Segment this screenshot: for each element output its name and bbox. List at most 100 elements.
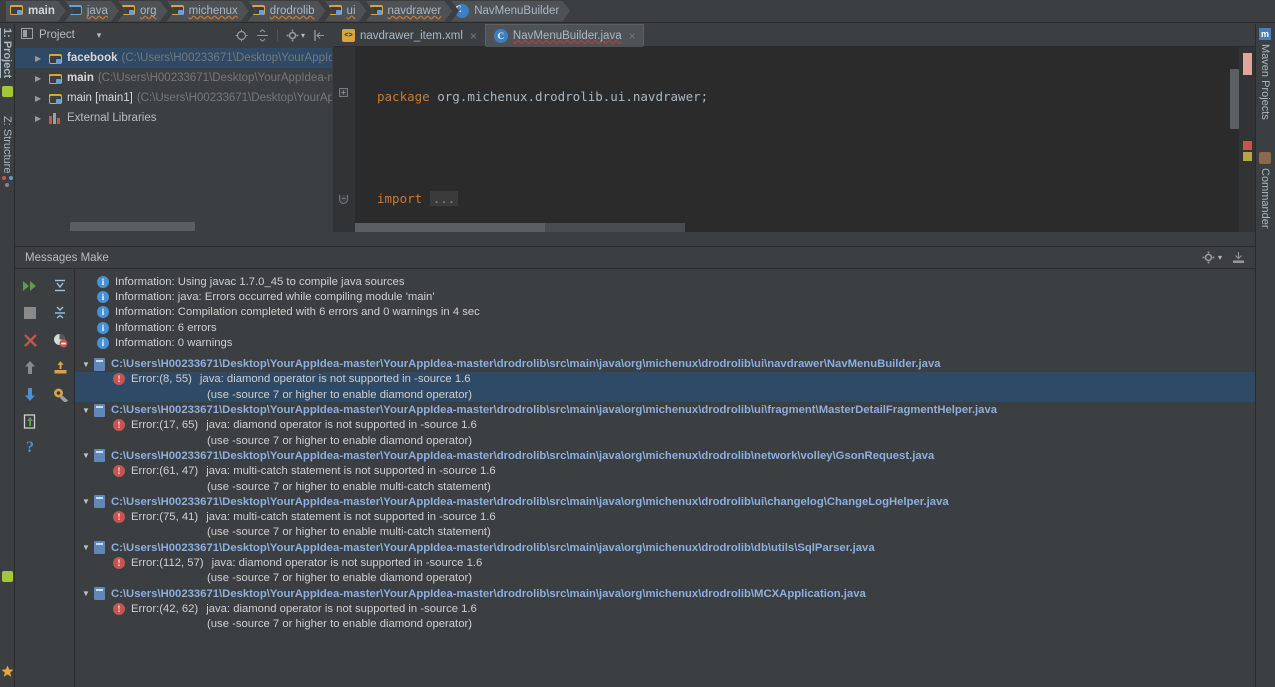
error-group-file-row[interactable]: ▼ C:\Users\H00233671\Desktop\YourAppIdea… — [75, 494, 1255, 509]
error-detail-row[interactable]: ! Error:(42, 62) java: diamond operator … — [75, 601, 1255, 616]
message-info-row[interactable]: i Information: Compilation completed wit… — [75, 305, 1255, 320]
chevron-down-icon[interactable]: ▾ — [97, 30, 102, 41]
error-hint-row[interactable]: (use -source 7 or higher to enable diamo… — [75, 571, 1255, 586]
collapse-arrow-icon[interactable]: ▼ — [82, 360, 94, 369]
error-hint-row[interactable]: (use -source 7 or higher to enable multi… — [75, 479, 1255, 494]
tree-item-external-libraries[interactable]: ▶ External Libraries — [15, 108, 332, 128]
collapse-arrow-icon[interactable]: ▼ — [82, 406, 94, 415]
close-icon[interactable]: × — [470, 29, 477, 43]
error-group-file-row[interactable]: ▼ C:\Users\H00233671\Desktop\YourAppIdea… — [75, 586, 1255, 601]
expand-arrow-icon[interactable]: ▶ — [35, 114, 49, 123]
settings-wrench-icon[interactable] — [51, 385, 69, 403]
chevron-down-icon[interactable]: ▾ — [1218, 253, 1222, 262]
tree-item-main1[interactable]: ▶ main [main1] (C:\Users\H00233671\Deskt… — [15, 88, 332, 108]
collapse-arrow-icon[interactable]: ▼ — [82, 497, 94, 506]
scrollbar-thumb[interactable] — [1230, 69, 1239, 129]
sidebar-item-structure[interactable]: Z: Structure — [1, 116, 13, 176]
scrollbar-thumb[interactable] — [355, 223, 545, 232]
error-marker[interactable] — [1243, 141, 1252, 150]
rerun-icon[interactable] — [21, 277, 39, 295]
expand-arrow-icon[interactable]: ▶ — [35, 94, 49, 103]
breadcrumb-label: navdrawer — [387, 5, 442, 17]
filter-errors-icon[interactable] — [51, 331, 69, 349]
sidebar-item-project[interactable]: 1: Project — [1, 28, 13, 81]
error-detail-row[interactable]: ! Error:(112, 57) java: diamond operator… — [75, 555, 1255, 570]
fold-collapse-icon[interactable]: − — [339, 195, 348, 204]
error-hint-row[interactable]: (use -source 7 or higher to enable diamo… — [75, 617, 1255, 632]
error-group-file-row[interactable]: ▼ C:\Users\H00233671\Desktop\YourAppIdea… — [75, 448, 1255, 463]
breadcrumb-item-main[interactable]: main — [6, 1, 66, 22]
file-path-label: C:\Users\H00233671\Desktop\YourAppIdea-m… — [111, 449, 935, 462]
breadcrumb-item-navdrawer[interactable]: navdrawer — [366, 1, 453, 22]
code-content[interactable]: package org.michenux.drodrolib.ui.navdra… — [355, 47, 1255, 614]
collapse-all-icon[interactable] — [51, 304, 69, 322]
message-info-row[interactable]: i Information: java: Errors occurred whi… — [75, 289, 1255, 304]
messages-list: i Information: Using javac 1.7.0_45 to c… — [75, 269, 1255, 687]
project-horizontal-scrollbar[interactable] — [70, 222, 195, 231]
export-icon[interactable] — [51, 358, 69, 376]
breadcrumb-item-navmenubuilder[interactable]: C NavMenuBuilder — [451, 1, 570, 22]
help-icon[interactable]: ? — [21, 439, 39, 457]
error-group-file-row[interactable]: ▼ C:\Users\H00233671\Desktop\YourAppIdea… — [75, 540, 1255, 555]
collapse-arrow-icon[interactable]: ▼ — [82, 543, 94, 552]
chevron-down-icon[interactable]: ▾ — [301, 31, 305, 40]
error-hint: (use -source 7 or higher to enable diamo… — [207, 388, 473, 401]
tab-navmenubuilder-java[interactable]: C NavMenuBuilder.java × — [484, 24, 644, 47]
settings-gear-icon[interactable] — [286, 29, 299, 42]
stop-icon[interactable] — [21, 304, 39, 322]
close-icon[interactable] — [21, 331, 39, 349]
tree-item-main[interactable]: ▶ main (C:\Users\H00233671\Desktop\YourA… — [15, 68, 332, 88]
message-info-row[interactable]: i Information: 0 warnings — [75, 335, 1255, 350]
collapse-arrow-icon[interactable]: ▼ — [82, 451, 94, 460]
settings-gear-icon[interactable] — [1202, 251, 1215, 264]
breadcrumb-item-ui[interactable]: ui — [325, 1, 367, 22]
close-icon[interactable]: × — [629, 29, 636, 43]
prev-error-icon[interactable] — [21, 358, 39, 376]
locate-icon[interactable] — [235, 29, 248, 42]
sidebar-item-commander[interactable]: Commander — [1259, 168, 1271, 232]
error-detail-row[interactable]: ! Error:(75, 41) java: multi-catch state… — [75, 509, 1255, 524]
java-file-icon — [94, 495, 105, 509]
collapse-all-icon[interactable] — [256, 28, 269, 42]
expand-arrow-icon[interactable]: ▶ — [35, 54, 49, 63]
next-error-icon[interactable] — [21, 385, 39, 403]
message-info-row[interactable]: i Information: 6 errors — [75, 320, 1255, 335]
message-info-row[interactable]: i Information: Using javac 1.7.0_45 to c… — [75, 274, 1255, 289]
error-marker[interactable] — [1243, 53, 1252, 75]
editor-vertical-scrollbar[interactable] — [1230, 47, 1239, 232]
tab-label: NavMenuBuilder.java — [512, 29, 622, 42]
error-marker-strip[interactable] — [1239, 47, 1255, 232]
sidebar-item-build-variants[interactable]: Build Variants — [0, 432, 13, 569]
code-editor[interactable]: + − package org.michenux.drodrolib.ui.na… — [333, 47, 1255, 614]
error-location: Error:(42, 62) — [131, 602, 199, 615]
warning-marker[interactable] — [1243, 152, 1252, 161]
error-hint-row[interactable]: (use -source 7 or higher to enable diamo… — [75, 433, 1255, 448]
error-hint-row[interactable]: (use -source 7 or higher to enable diamo… — [75, 387, 1255, 403]
hide-icon[interactable] — [1232, 251, 1245, 264]
editor-horizontal-scrollbar[interactable] — [355, 223, 685, 232]
android-icon — [2, 86, 13, 97]
error-detail-row[interactable]: ! Error:(61, 47) java: multi-catch state… — [75, 464, 1255, 479]
tab-navdrawer-item-xml[interactable]: <> navdrawer_item.xml × — [333, 24, 485, 46]
breadcrumb-item-michenux[interactable]: michenux — [167, 1, 249, 22]
sidebar-item-maven-projects[interactable]: Maven Projects — [1259, 44, 1271, 123]
error-group-file-row[interactable]: ▼ C:\Users\H00233671\Desktop\YourAppIdea… — [75, 356, 1255, 371]
scroll-to-end-icon[interactable] — [51, 277, 69, 295]
tree-item-facebook[interactable]: ▶ facebook (C:\Users\H00233671\Desktop\Y… — [15, 48, 332, 68]
sidebar-item-favorites[interactable]: 2: Favorites — [0, 544, 13, 662]
hide-icon[interactable] — [313, 29, 326, 42]
fold-expand-icon[interactable]: + — [339, 88, 348, 97]
breadcrumb-item-drodrolib[interactable]: drodrolib — [248, 1, 326, 22]
export-to-file-icon[interactable] — [21, 412, 39, 430]
tree-item-path: (C:\Users\H00233671\Desktop\YourApp — [136, 92, 332, 104]
error-hint-row[interactable]: (use -source 7 or higher to enable multi… — [75, 525, 1255, 540]
editor-gutter[interactable]: + − — [333, 47, 355, 232]
expand-arrow-icon[interactable]: ▶ — [35, 74, 49, 83]
folder-module-icon — [49, 53, 62, 64]
error-group-file-row[interactable]: ▼ C:\Users\H00233671\Desktop\YourAppIdea… — [75, 402, 1255, 417]
error-detail-row[interactable]: ! Error:(8, 55) java: diamond operator i… — [75, 371, 1255, 388]
breadcrumb-item-org[interactable]: org — [118, 1, 168, 22]
breadcrumb-item-java[interactable]: java — [65, 1, 119, 22]
error-detail-row[interactable]: ! Error:(17, 65) java: diamond operator … — [75, 418, 1255, 433]
collapse-arrow-icon[interactable]: ▼ — [82, 589, 94, 598]
